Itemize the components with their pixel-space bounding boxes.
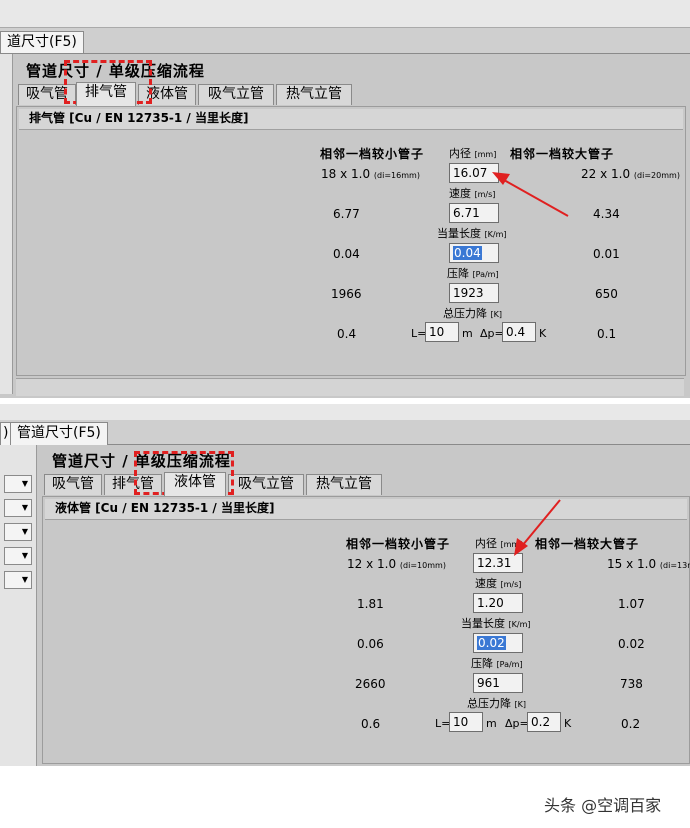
tab-liquid[interactable]: 液体管 xyxy=(164,472,226,496)
watermark: 头条 @空调百家 xyxy=(544,796,662,815)
bottom-panel: ) 管道尺寸(F5) ▼ ▼ ▼ ▼ ▼ 管道尺寸 / 单级压缩流程 吸气管 排… xyxy=(0,404,690,766)
arrow-to-diameter xyxy=(514,499,561,556)
top-panel: 道尺寸(F5) 管道尺寸 / 单级压缩流程 吸气管 排气管 液体管 吸气立管 热… xyxy=(0,0,690,398)
tab-discharge[interactable]: 排气管 xyxy=(76,82,136,106)
arrow-to-diameter xyxy=(492,172,569,217)
